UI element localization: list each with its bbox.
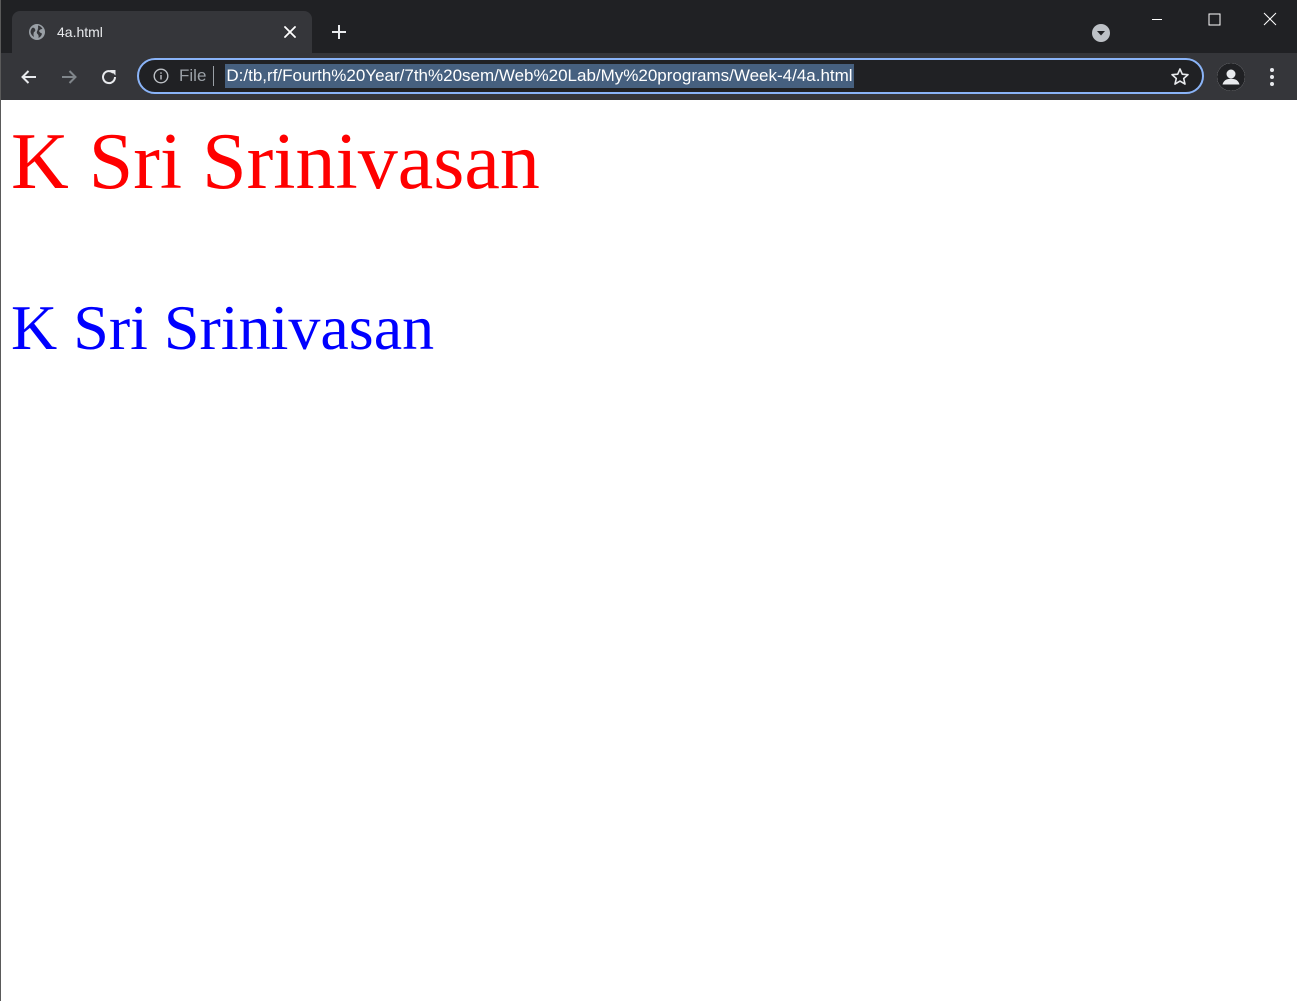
url-scheme-label: File [179,66,207,85]
page-content: K Sri Srinivasan K Sri Srinivasan [1,100,1297,1001]
close-window-icon[interactable] [1242,0,1297,38]
person-icon[interactable] [1217,63,1245,91]
maximize-icon[interactable] [1186,0,1242,38]
arrow-right-icon[interactable] [54,62,84,92]
url-separator [213,66,215,86]
browser-tab[interactable]: 4a.html [12,11,312,53]
globe-icon [28,23,46,41]
chevron-down-icon[interactable] [1090,22,1112,44]
browser-window: 4a.html File D:/tb,rf/Fourth%20Year/7th%… [0,0,1297,1001]
tab-title: 4a.html [57,24,103,40]
heading-red: K Sri Srinivasan [11,118,540,206]
minimize-icon[interactable] [1129,0,1185,38]
tab-strip: 4a.html [1,0,1297,53]
star-icon[interactable] [1169,66,1191,88]
arrow-left-icon[interactable] [14,62,44,92]
heading-blue: K Sri Srinivasan [11,292,435,363]
reload-icon[interactable] [94,62,124,92]
url-text[interactable]: D:/tb,rf/Fourth%20Year/7th%20sem/Web%20L… [225,64,854,88]
close-icon[interactable] [280,22,300,42]
address-bar[interactable]: File D:/tb,rf/Fourth%20Year/7th%20sem/We… [137,58,1204,94]
kebab-menu-icon[interactable] [1258,62,1286,92]
plus-icon[interactable] [327,20,351,44]
info-icon[interactable] [152,67,170,85]
toolbar: File D:/tb,rf/Fourth%20Year/7th%20sem/We… [1,53,1297,100]
